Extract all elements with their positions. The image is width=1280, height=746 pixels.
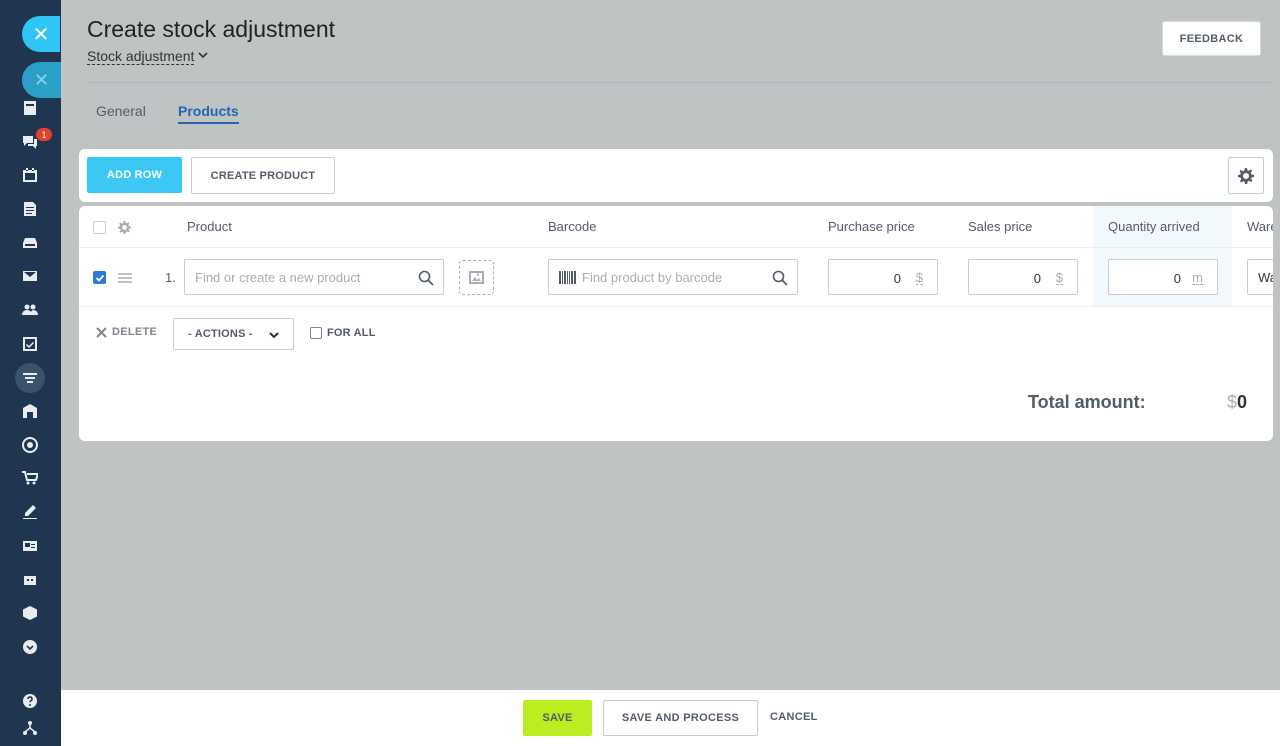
- feedback-button[interactable]: FEEDBACK: [1162, 21, 1261, 56]
- barcode-search-input[interactable]: Find product by barcode: [548, 259, 798, 295]
- sales-price-value: 0: [1033, 271, 1041, 286]
- tab-general[interactable]: General: [96, 103, 146, 119]
- contact-card-icon[interactable]: [20, 536, 40, 556]
- structure-icon[interactable]: [20, 718, 40, 738]
- grid-settings-button[interactable]: [1228, 157, 1264, 194]
- chat-notification-badge: 1: [36, 128, 52, 141]
- left-sidebar: ✕ ✕ 1: [0, 0, 61, 746]
- column-header-product[interactable]: Product: [187, 219, 232, 234]
- delete-button[interactable]: DELETE: [96, 326, 157, 338]
- column-settings-gear-icon[interactable]: [118, 221, 131, 234]
- search-icon[interactable]: [772, 270, 788, 286]
- table-row: 1. Find or create a new product Find pro…: [79, 248, 1273, 307]
- tab-products[interactable]: Products: [178, 103, 239, 124]
- sign-icon[interactable]: [20, 502, 40, 522]
- quantity-unit[interactable]: m: [1192, 271, 1203, 285]
- warehouse-select[interactable]: Wa: [1247, 259, 1273, 295]
- total-number: 0: [1237, 392, 1248, 412]
- barcode-search-placeholder: Find product by barcode: [582, 269, 723, 285]
- product-image-placeholder[interactable]: [459, 260, 494, 295]
- column-header-barcode[interactable]: Barcode: [548, 219, 596, 234]
- quantity-value: 0: [1173, 271, 1181, 286]
- row-actions-bar: DELETE - ACTIONS - FOR ALL: [79, 316, 1273, 352]
- purchase-price-input[interactable]: 0 $: [828, 259, 938, 295]
- robot-icon[interactable]: [20, 569, 40, 589]
- total-amount-value: $0: [1227, 392, 1247, 413]
- box-icon[interactable]: [20, 603, 40, 623]
- product-search-input[interactable]: Find or create a new product: [184, 259, 444, 295]
- actions-selected-value: - ACTIONS -: [188, 328, 253, 340]
- store-icon[interactable]: [20, 401, 40, 421]
- save-and-process-button[interactable]: SAVE AND PROCESS: [603, 700, 758, 736]
- drag-handle-icon[interactable]: [118, 273, 132, 283]
- save-button[interactable]: SAVE: [523, 700, 592, 736]
- product-search-placeholder: Find or create a new product: [195, 269, 361, 285]
- create-product-button[interactable]: CREATE PRODUCT: [191, 157, 335, 194]
- help-icon[interactable]: [20, 691, 40, 711]
- warehouse-value: Wa: [1258, 270, 1273, 285]
- chevron-down-icon[interactable]: [197, 49, 209, 61]
- delete-label: DELETE: [112, 326, 158, 338]
- for-all-checkbox[interactable]: [310, 327, 322, 339]
- row-checkbox[interactable]: [93, 271, 106, 284]
- drive-icon[interactable]: [20, 233, 40, 253]
- image-icon: [469, 271, 484, 284]
- close-previous-slider-button[interactable]: ✕: [22, 62, 61, 98]
- calendar-icon[interactable]: [20, 165, 40, 185]
- document-icon[interactable]: [20, 199, 40, 219]
- document-type-selector[interactable]: Stock adjustment: [87, 48, 195, 65]
- table-header: Product Barcode Purchase price Sales pri…: [79, 206, 1273, 248]
- total-amount-label: Total amount:: [1028, 392, 1146, 412]
- row-number: 1.: [165, 270, 176, 285]
- for-all-toggle[interactable]: FOR ALL: [310, 327, 376, 339]
- sales-price-input[interactable]: 0 $: [968, 259, 1078, 295]
- target-icon[interactable]: [20, 435, 40, 455]
- tasks-icon[interactable]: [20, 334, 40, 354]
- purchase-price-value: 0: [893, 271, 901, 286]
- products-toolbar: ADD ROW CREATE PRODUCT: [79, 149, 1273, 202]
- chevron-down-icon: [269, 332, 279, 339]
- more-icon[interactable]: [20, 637, 40, 657]
- sales-price-currency[interactable]: $: [1055, 271, 1063, 285]
- search-icon[interactable]: [418, 270, 434, 286]
- barcode-icon: [559, 271, 576, 284]
- quantity-input[interactable]: 0 m: [1108, 259, 1218, 295]
- crm-filter-icon[interactable]: [15, 363, 45, 393]
- products-grid: Product Barcode Purchase price Sales pri…: [79, 206, 1273, 441]
- add-row-button[interactable]: ADD ROW: [87, 157, 182, 193]
- column-header-purchase-price[interactable]: Purchase price: [828, 219, 915, 234]
- header-divider: [87, 82, 1272, 83]
- column-header-quantity-arrived[interactable]: Quantity arrived: [1108, 219, 1200, 234]
- column-header-sales-price[interactable]: Sales price: [968, 219, 1032, 234]
- group-icon[interactable]: [20, 300, 40, 320]
- close-icon: [96, 326, 107, 338]
- total-currency: $: [1227, 392, 1238, 412]
- gear-icon: [1238, 167, 1254, 184]
- select-all-checkbox[interactable]: [93, 221, 106, 234]
- purchase-price-currency[interactable]: $: [915, 271, 923, 285]
- cart-icon[interactable]: [20, 468, 40, 488]
- page-title: Create stock adjustment: [87, 16, 336, 42]
- column-header-warehouse[interactable]: Ware: [1247, 219, 1273, 234]
- footer-bar: SAVE SAVE AND PROCESS CANCEL: [61, 690, 1280, 746]
- cancel-button[interactable]: CANCEL: [770, 711, 818, 723]
- for-all-label: FOR ALL: [327, 327, 376, 339]
- mail-icon[interactable]: [20, 266, 40, 286]
- feed-icon[interactable]: [20, 98, 40, 118]
- close-slider-button[interactable]: ✕: [22, 16, 60, 52]
- actions-dropdown[interactable]: - ACTIONS -: [173, 318, 294, 350]
